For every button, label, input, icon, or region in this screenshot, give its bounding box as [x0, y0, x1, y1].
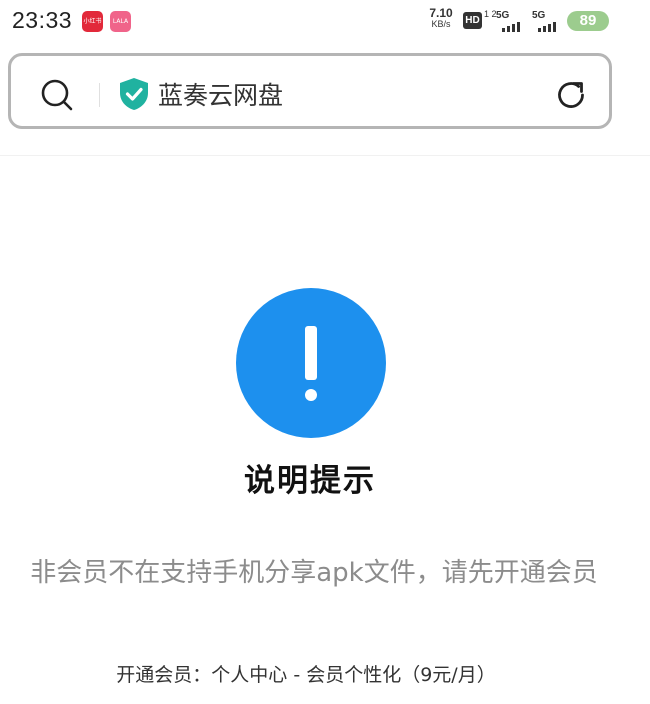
battery-indicator: 89: [567, 11, 609, 31]
header-divider: [0, 155, 650, 156]
network-speed: 7.10 KB/s: [425, 6, 457, 30]
address-divider: [99, 83, 100, 107]
shield-check-icon: [120, 78, 148, 110]
notice-title: 说明提示: [244, 463, 376, 499]
network-type-label: 5G: [496, 10, 510, 21]
reload-icon[interactable]: [553, 77, 589, 113]
xiaohongshu-app-icon: 小红书: [82, 11, 103, 32]
signal-strength-icon: 5G: [532, 10, 564, 34]
network-speed-unit: KB/s: [431, 19, 451, 29]
membership-instruction: 开通会员：个人中心 - 会员个性化（9元/月）: [116, 664, 496, 686]
hd-voice-icon: HD: [463, 12, 482, 29]
search-icon[interactable]: [39, 77, 75, 113]
status-bar: 23:33 小红书 LALA 7.10 KB/s HD 1 2 5G 5G 89: [0, 0, 650, 44]
network-speed-value: 7.10: [429, 6, 453, 20]
signal-strength-icon: 5G: [496, 10, 528, 34]
notice-message: 非会员不在支持手机分享apk文件，请先开通会员: [30, 558, 598, 588]
status-time: 23:33: [12, 7, 73, 33]
lala-app-icon: LALA: [110, 11, 131, 32]
exclamation-circle-icon: [236, 288, 386, 438]
hd-sim-index: 1 2: [484, 9, 497, 19]
network-type-label: 5G: [532, 10, 546, 21]
address-bar[interactable]: 蓝奏云网盘: [8, 53, 612, 129]
page-title[interactable]: 蓝奏云网盘: [158, 76, 283, 112]
